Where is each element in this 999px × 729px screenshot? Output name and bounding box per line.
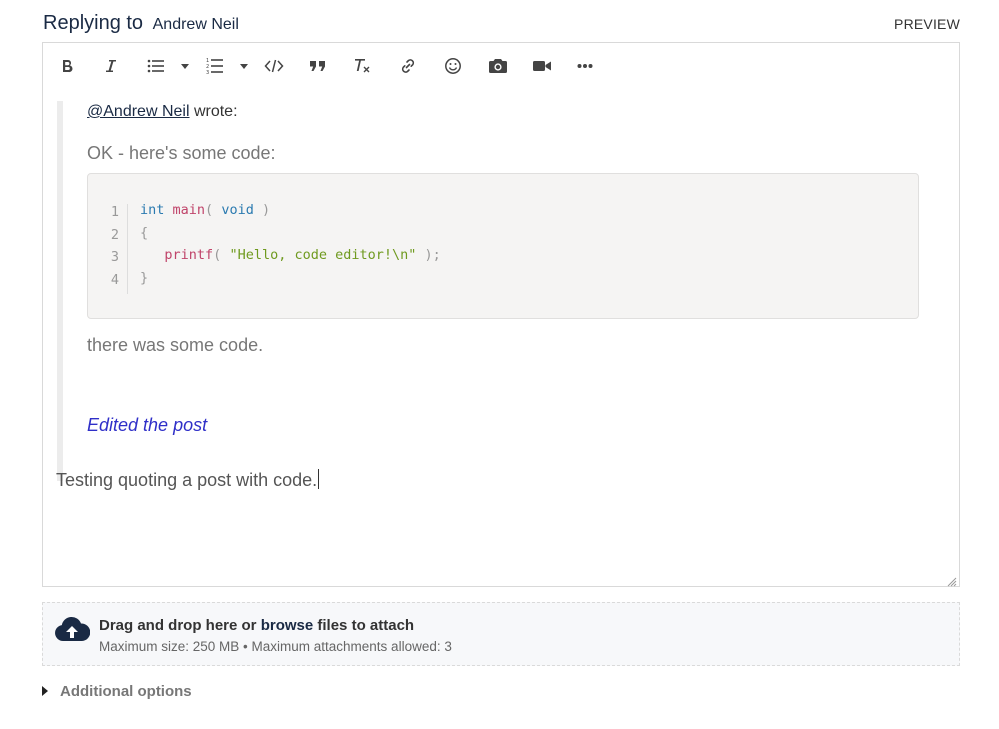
quote-intro-text: OK - here's some code: <box>87 143 276 163</box>
quote-icon[interactable] <box>305 53 331 79</box>
bulleted-list-icon[interactable] <box>143 53 169 79</box>
code-line: int main( void ) <box>140 202 270 218</box>
code-line-number: 3 <box>110 249 120 265</box>
quote-after-code-text: there was some code. <box>87 335 264 355</box>
reply-header: Replying to Andrew Neil PREVIEW <box>43 12 960 38</box>
link-icon[interactable] <box>395 53 421 79</box>
line-number-separator <box>127 204 128 294</box>
code-token: ( <box>213 247 230 263</box>
quote-author-link[interactable]: @Andrew Neil <box>87 103 190 120</box>
code-icon[interactable] <box>261 53 287 79</box>
attachment-dropzone[interactable]: Drag and drop here or browse files to at… <box>42 602 960 666</box>
code-token: } <box>140 269 149 286</box>
attachment-limits: Maximum size: 250 MB • Maximum attachmen… <box>99 639 452 654</box>
quoted-post: @Andrew Neil wrote: OK - here's some cod… <box>57 101 919 481</box>
code-line-number: 2 <box>110 226 120 243</box>
remove-format-icon[interactable] <box>350 53 376 79</box>
video-icon[interactable] <box>529 53 555 79</box>
quote-author-suffix: wrote: <box>193 103 238 120</box>
code-token: main <box>172 202 206 218</box>
code-token: printf <box>164 247 214 263</box>
additional-options-toggle[interactable]: Additional options <box>42 681 192 701</box>
code-line-number: 4 <box>110 271 120 288</box>
additional-options-label: Additional options <box>60 682 192 700</box>
svg-text:3: 3 <box>206 70 209 75</box>
reply-title: Replying to Andrew Neil <box>43 12 239 35</box>
code-token: { <box>140 224 149 241</box>
attachment-title-prefix: Drag and drop here or <box>99 617 261 634</box>
reply-prefix: Replying to <box>43 12 144 34</box>
quote-edit-note: Edited the post <box>87 415 208 435</box>
code-token: ); <box>416 247 441 263</box>
more-icon[interactable] <box>572 53 598 79</box>
emoji-icon[interactable] <box>440 53 466 79</box>
camera-icon[interactable] <box>485 53 511 79</box>
code-token: int <box>140 202 165 218</box>
attachment-instructions: Drag and drop here or browse files to at… <box>99 617 414 634</box>
preview-button[interactable]: PREVIEW <box>894 16 960 32</box>
code-line-number: 1 <box>110 204 120 220</box>
code-token: ) <box>253 202 271 218</box>
text-cursor <box>318 469 320 489</box>
numbered-list-icon[interactable]: 123 <box>202 53 228 79</box>
code-token: void <box>221 202 254 218</box>
editor-toolbar: 123 <box>43 43 959 87</box>
code-line: } <box>140 270 148 286</box>
code-line: printf( "Hello, code editor!\n" ); <box>140 247 441 263</box>
resize-grip-icon[interactable] <box>947 574 957 587</box>
attachment-title-suffix: files to attach <box>313 617 415 634</box>
browse-files-link[interactable]: browse <box>261 617 314 634</box>
rich-text-editor[interactable]: 123 @Andrew Neil wrote: OK - here's some… <box>42 42 960 587</box>
expand-triangle-icon <box>42 686 48 696</box>
code-token: ( <box>205 202 222 218</box>
bold-icon[interactable] <box>54 53 80 79</box>
bulleted-list-dropdown-icon[interactable] <box>178 53 192 79</box>
cloud-upload-icon[interactable] <box>54 614 91 644</box>
quote-attribution: @Andrew Neil wrote: <box>87 103 238 121</box>
italic-icon[interactable] <box>98 53 124 79</box>
numbered-list-dropdown-icon[interactable] <box>237 53 251 79</box>
reply-body-content: Testing quoting a post with code. <box>56 470 318 490</box>
code-line: { <box>140 225 148 241</box>
reply-recipient: Andrew Neil <box>152 16 239 33</box>
code-token: "Hello, code editor!\n" <box>229 247 417 263</box>
code-block: 1 2 3 4 int main( void ){ printf( "Hello, co… <box>87 173 919 319</box>
reply-body-text[interactable]: Testing quoting a post with code. <box>56 469 320 491</box>
